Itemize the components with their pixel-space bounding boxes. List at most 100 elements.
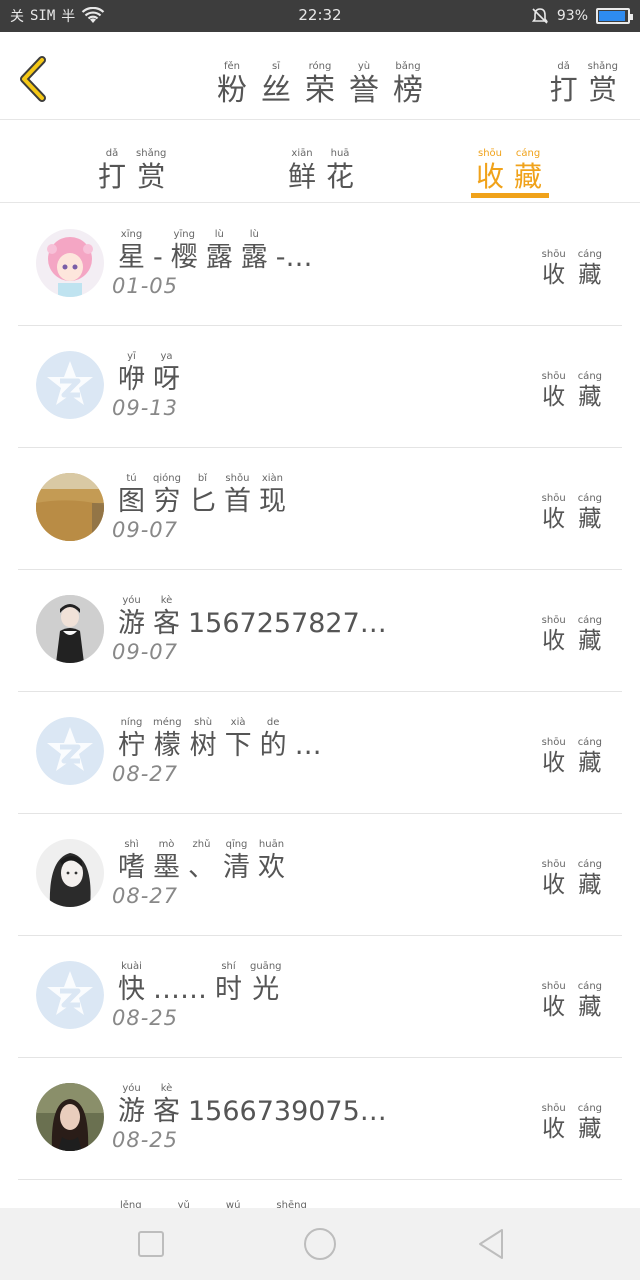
pinyin: níng	[120, 717, 143, 728]
hanzi: 收	[542, 506, 566, 532]
list-item[interactable]: kuài 快 …… shí 时 guāng 光 08-25 shōu 收 cáng 藏	[18, 936, 622, 1058]
hanzi: ……	[153, 974, 207, 1005]
glyph: cáng 藏	[578, 616, 602, 653]
glyph: shōu 收	[542, 738, 566, 775]
user-name: kuài 快 …… shí 时 guāng 光	[118, 954, 282, 1005]
glyph: yóu 游	[118, 1083, 145, 1126]
hanzi: 樱	[170, 242, 198, 273]
home-button[interactable]	[302, 1226, 338, 1262]
avatar[interactable]	[36, 473, 104, 541]
pinyin: lù	[214, 229, 224, 240]
user-name: tú 图 qióng 穷 bǐ 匕 shǒu 首 xiàn 现	[118, 466, 286, 517]
glyph: xīng 星	[118, 230, 145, 272]
pinyin: cáng	[577, 371, 602, 382]
glyph: shōu 收	[542, 1104, 566, 1141]
glyph: shǎng 赏	[136, 149, 166, 191]
avatar[interactable]	[36, 961, 104, 1029]
hanzi: 收	[542, 262, 566, 288]
hanzi: 下	[224, 730, 252, 761]
hanzi: 收	[542, 1116, 566, 1142]
list-item[interactable]: tú 图 qióng 穷 bǐ 匕 shǒu 首 xiàn 现 09-07 shōu 收 cáng 藏	[18, 448, 622, 570]
system-nav-bar	[0, 1208, 640, 1280]
glyph: dǎ 打	[98, 149, 126, 191]
avatar[interactable]	[36, 717, 104, 785]
avatar[interactable]	[36, 351, 104, 419]
list-item[interactable]: xīng 星 - yīng 樱 lù 露 lù 露 -… 01-05 shōu 收 cáng 藏	[18, 204, 622, 326]
hanzi: 墨	[153, 852, 180, 883]
favorite-label: shōu 收 cáng 藏	[542, 1096, 602, 1141]
glyph: cáng 藏	[578, 738, 602, 775]
avatar[interactable]	[36, 1083, 104, 1151]
hanzi: 匕	[188, 486, 216, 517]
glyph: kuài 快	[118, 962, 145, 1005]
pinyin: shōu	[541, 981, 566, 992]
hanzi: 藏	[578, 994, 602, 1020]
pinyin: yóu	[122, 595, 141, 606]
pinyin: bǐ	[197, 473, 207, 484]
battery-level	[599, 11, 626, 21]
back-nav-icon	[479, 1229, 503, 1259]
avatar[interactable]	[36, 595, 104, 663]
list-item[interactable]: níng 柠 méng 檬 shù 树 xià 下 de 的… 08-27 shōu 收 cáng 藏	[18, 692, 622, 814]
glyph: méng 檬	[153, 718, 182, 761]
hanzi: 藏	[578, 628, 602, 654]
item-date: 01-05	[112, 274, 179, 298]
pinyin: de	[266, 717, 280, 728]
glyph: mò 墨	[153, 840, 180, 883]
pinyin: cáng	[577, 249, 602, 260]
avatar[interactable]	[36, 839, 104, 907]
item-date: 08-27	[112, 884, 179, 908]
hanzi: -…	[275, 242, 313, 273]
tab-favorites[interactable]: shōu 收 cáng 藏	[476, 141, 542, 191]
hanzi: 嗜	[118, 852, 145, 883]
list-item[interactable]: yī 咿 ya 呀 09-13 shōu 收 cáng 藏	[18, 326, 622, 448]
avatar[interactable]	[36, 229, 104, 297]
hanzi: 收	[476, 160, 505, 193]
glyph: zhǔ 、	[188, 840, 215, 882]
user-name: yóu 游 kè 客 1566739075…	[118, 1076, 387, 1126]
tab-flowers[interactable]: xiān 鲜 huā 花	[288, 141, 354, 191]
user-name: yóu 游 kè 客 1567257827…	[118, 588, 387, 639]
hanzi: 收	[542, 872, 566, 898]
glyph: xiàn 现	[259, 473, 286, 516]
glyph: shōu 收	[542, 250, 566, 287]
sketch-avatar	[36, 839, 104, 907]
home-icon	[304, 1228, 336, 1260]
hanzi: 树	[189, 730, 217, 761]
glyph: shōu 收	[542, 372, 566, 409]
tab-tip[interactable]: dǎ 打 shǎng 赏	[98, 141, 166, 191]
item-date: 09-07	[112, 518, 179, 542]
hanzi: 游	[118, 608, 145, 639]
glyph: shōu 收	[542, 982, 566, 1019]
hanzi: 露	[205, 242, 233, 273]
pinyin: shōu	[541, 371, 566, 382]
pinyin: kè	[160, 595, 173, 606]
glyph: ……	[153, 962, 207, 1003]
battery-icon	[596, 8, 633, 24]
glyph: cáng 藏	[578, 494, 602, 531]
glyph: cáng 藏	[578, 250, 602, 287]
hanzi: 藏	[514, 160, 543, 193]
hanzi: 榜	[393, 73, 423, 108]
pinyin: lù	[249, 229, 259, 240]
list-item[interactable]: shì 嗜 mò 墨 zhǔ 、 qīng 清 huān 欢 08-27 shōu 收 cáng 藏	[18, 814, 622, 936]
pinyin: cáng	[577, 859, 602, 870]
default-avatar-icon	[36, 961, 104, 1029]
pinyin: yóu	[122, 1083, 141, 1094]
glyph: ya 呀	[153, 352, 180, 394]
glyph: yóu 游	[118, 595, 145, 639]
hanzi: 收	[542, 384, 566, 410]
list-item[interactable]: yóu 游 kè 客 1566739075… 08-25 shōu 收 cáng 藏	[18, 1058, 622, 1180]
hanzi: 收	[542, 628, 566, 654]
pinyin: xiàn	[261, 473, 284, 484]
hanzi: 檬	[153, 730, 181, 761]
tip-button[interactable]: dǎ 打 shǎng 赏	[550, 54, 618, 104]
glyph: fěn 粉	[217, 62, 247, 106]
list-item[interactable]: yóu 游 kè 客 1567257827… 09-07 shōu 收 cáng 藏	[18, 570, 622, 692]
user-name-suffix: 1567257827…	[188, 608, 387, 639]
back-nav-button[interactable]	[474, 1226, 510, 1262]
glyph: shù 树	[189, 718, 217, 761]
hanzi: 快	[118, 974, 145, 1005]
pinyin: kè	[160, 1083, 173, 1094]
recent-apps-button[interactable]	[133, 1226, 169, 1262]
